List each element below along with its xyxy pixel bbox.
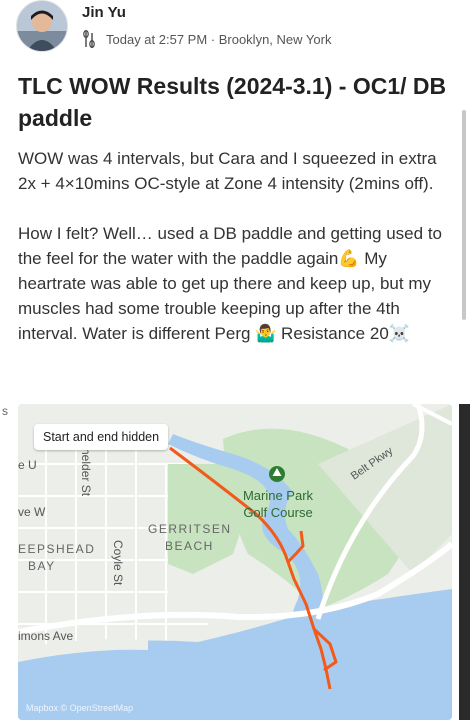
scrollbar-thumb[interactable] [462,110,466,320]
map-label-beach: BEACH [165,539,214,553]
map-label-ave-u: e U [18,458,37,472]
park-pin-icon[interactable] [269,466,285,482]
post-meta: Today at 2:57 PM · Brooklyn, New York [82,30,331,48]
map-label-ave-w: ve W [18,505,46,519]
edge-fragment: s [2,404,8,418]
next-card-edge[interactable] [459,404,470,720]
avatar[interactable] [16,0,68,52]
paddle-icon [83,30,95,48]
map-label-bay: BAY [28,559,56,573]
map-attribution[interactable]: Mapbox © OpenStreetMap [26,703,133,713]
description-paragraph-1: WOW was 4 intervals, but Cara and I sque… [18,149,437,193]
post-description: WOW was 4 intervals, but Cara and I sque… [18,146,456,346]
map-label-sheepshead: EEPSHEAD [18,542,95,556]
route-map[interactable]: Marine Park Golf Course GERRITSEN BEACH … [18,404,452,720]
post-header: Jin Yu Today at 2:57 PM · Brooklyn, New … [16,0,456,56]
map-label-schenkolder-st: helder St [79,448,93,497]
description-paragraph-2: How I felt? Well… used a DB paddle and g… [18,224,442,343]
avatar-image [17,1,67,51]
start-end-hidden-badge: Start and end hidden [34,424,169,450]
author-name[interactable]: Jin Yu [82,4,126,21]
map-label-gerritsen: GERRITSEN [148,522,232,536]
post-meta-text: Today at 2:57 PM · Brooklyn, New York [106,31,332,47]
map-label-coyle-st: Coyle St [111,540,125,586]
map-canvas: Marine Park Golf Course GERRITSEN BEACH … [18,404,452,720]
map-label-golf-course: Golf Course [243,505,312,520]
map-label-simmons-ave: imons Ave [18,629,73,643]
post-title: TLC WOW Results (2024-3.1) - OC1/ DB pad… [18,73,447,131]
map-label-marine-park: Marine Park [243,488,314,503]
